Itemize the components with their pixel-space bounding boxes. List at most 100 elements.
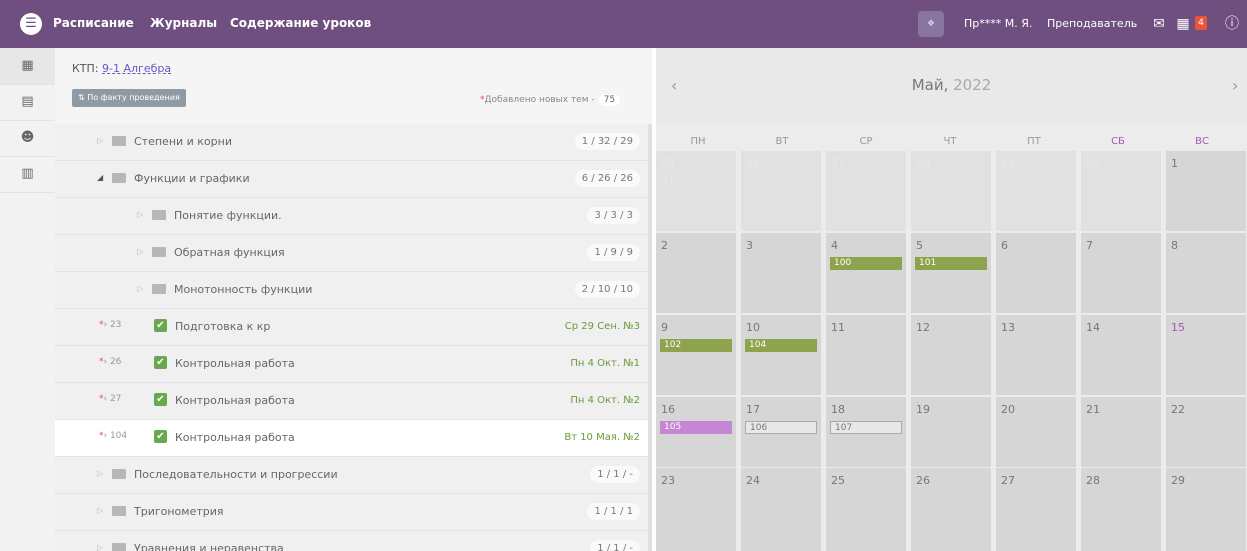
tree-folder-row[interactable]: ▷ Степени и корни 1 / 32 / 29 (55, 124, 652, 161)
notifications-badge[interactable]: 4 (1195, 16, 1207, 30)
calendar-day[interactable]: 9 102 (656, 315, 736, 395)
caret-right-icon[interactable]: ▷ (137, 247, 143, 256)
tree-folder-row[interactable]: ▷ Обратная функция 1 / 9 / 9 (55, 235, 652, 272)
calendar-day[interactable]: 4 100 (826, 233, 906, 313)
lesson-chip[interactable]: 105 (660, 421, 732, 434)
day-number: 29 (1171, 474, 1185, 487)
day-number: 7 (1086, 239, 1093, 252)
day-number: 11 (831, 321, 845, 334)
caret-right-icon[interactable]: ▷ (97, 136, 103, 145)
calendar-day[interactable]: 6 (996, 233, 1076, 313)
lesson-chip[interactable]: 100 (830, 257, 902, 270)
calendar-day[interactable]: 24 (741, 468, 821, 551)
info-icon[interactable]: ⓘ (1222, 14, 1242, 34)
lesson-chip[interactable]: 107 (830, 421, 902, 434)
day-number: 3 (746, 239, 753, 252)
calendar-day[interactable]: 13 (996, 315, 1076, 395)
calendar-day[interactable]: 14 (1081, 315, 1161, 395)
nav-schedule[interactable]: Расписание (53, 16, 134, 30)
caret-right-icon[interactable]: ▷ (137, 284, 143, 293)
day-number-extra: 31 (661, 173, 675, 186)
calendar-day[interactable]: 7 (1081, 233, 1161, 313)
calendar-day[interactable]: 11 (826, 315, 906, 395)
calendar-day[interactable]: 21 (1081, 397, 1161, 467)
day-number: 28 (1086, 474, 1100, 487)
calendar-day[interactable]: 28 (1081, 468, 1161, 551)
calendar-day[interactable]: 23 (656, 468, 736, 551)
calendar-day[interactable]: 26 (911, 468, 991, 551)
calendar-day[interactable]: 19 (911, 397, 991, 467)
tree-folder-row[interactable]: ▷ Понятие функции. 3 / 3 / 3 (55, 198, 652, 235)
calendar-day[interactable]: 15 (1166, 315, 1246, 395)
calendar-day[interactable]: 12 (911, 315, 991, 395)
calendar-title: Май, 2022 (656, 76, 1247, 94)
caret-down-icon[interactable]: ◢ (97, 173, 103, 182)
document-icon[interactable]: ▤ (0, 84, 55, 121)
calendar-icon[interactable]: ▦ (1173, 14, 1193, 34)
lesson-chip[interactable]: 106 (745, 421, 817, 434)
caret-right-icon[interactable]: ▷ (97, 469, 103, 478)
next-month-icon[interactable]: › (1232, 76, 1238, 95)
day-number: 6 (1001, 239, 1008, 252)
lesson-date[interactable]: Вт 10 Мая. №2 (564, 432, 640, 443)
tree-lesson-row[interactable]: *› 23 ✔ Подготовка к кр Ср 29 Сен. №3 (55, 309, 652, 346)
caret-right-icon[interactable]: ▷ (137, 210, 143, 219)
calendar-day[interactable]: 25 (826, 468, 906, 551)
calendar-icon[interactable]: ▦ (0, 48, 55, 85)
lesson-date[interactable]: Ср 29 Сен. №3 (565, 321, 640, 332)
tree-lesson-row[interactable]: *› 26 ✔ Контрольная работа Пн 4 Окт. №1 (55, 346, 652, 383)
calendar-day[interactable]: 18 107 (826, 397, 906, 467)
calendar-day[interactable]: 3 (741, 233, 821, 313)
filter-by-fact-button[interactable]: ⇅ По факту проведения (72, 89, 186, 107)
checked-icon: ✔ (154, 430, 167, 443)
caret-right-icon[interactable]: ▷ (97, 543, 103, 551)
lesson-chip[interactable]: 102 (660, 339, 732, 352)
tree-folder-row[interactable]: ▷ Последовательности и прогрессии 1 / 1 / … (55, 457, 652, 494)
user-name[interactable]: Пр**** М. Я. (964, 17, 1032, 30)
lesson-chip[interactable]: 101 (915, 257, 987, 270)
day-number: 29 (1001, 157, 1015, 170)
nav-journals[interactable]: Журналы (150, 16, 217, 30)
nav-lesson-content[interactable]: Содержание уроков (230, 16, 371, 30)
lesson-label: Подготовка к кр (175, 320, 271, 333)
tree-lesson-row[interactable]: *› 27 ✔ Контрольная работа Пн 4 Окт. №2 (55, 383, 652, 420)
ktp-link[interactable]: 9-1 Алгебра (102, 62, 171, 75)
lesson-number-value: › 104 (103, 431, 128, 441)
calendar-day[interactable]: 2 (656, 233, 736, 313)
hamburger-icon[interactable]: ☰ (20, 13, 42, 35)
calendar-year: 2022 (953, 76, 992, 94)
folder-stats: 2 / 10 / 10 (574, 281, 640, 298)
tree-folder-row[interactable]: ▷ Уравнения и неравенства 1 / 1 / - (55, 531, 652, 551)
tree-folder-row[interactable]: ◢ Функции и графики 6 / 26 / 26 (55, 161, 652, 198)
users-icon[interactable]: ☻ (0, 120, 55, 157)
calendar-day[interactable]: 29 (1166, 468, 1246, 551)
tree-folder-row[interactable]: ▷ Тригонометрия 1 / 1 / 1 (55, 494, 652, 531)
calendar-day[interactable]: 8 (1166, 233, 1246, 313)
ktp-label: КТП: (72, 62, 99, 75)
calendar-day[interactable]: 1 (1166, 151, 1246, 231)
calendar-day[interactable]: 16 105 (656, 397, 736, 467)
calendar-day[interactable]: 5 101 (911, 233, 991, 313)
folder-stats: 1 / 9 / 9 (587, 244, 640, 261)
calendar-day[interactable]: 20 (996, 397, 1076, 467)
lesson-chip[interactable]: 104 (745, 339, 817, 352)
tree-lesson-row[interactable]: *› 104 ✔ Контрольная работа Вт 10 Мая. №2 (55, 420, 652, 457)
lesson-date[interactable]: Пн 4 Окт. №1 (570, 358, 640, 369)
day-number: 15 (1171, 321, 1185, 334)
calendar-day[interactable]: 27 (996, 468, 1076, 551)
caret-right-icon[interactable]: ▷ (97, 506, 103, 515)
tree-folder-row[interactable]: ▷ Монотонность функции 2 / 10 / 10 (55, 272, 652, 309)
calendar-day: 30 (1081, 151, 1161, 231)
calendar-day[interactable]: 22 (1166, 397, 1246, 467)
calendar-day[interactable]: 17 106 (741, 397, 821, 467)
map-icon[interactable]: ▥ (0, 156, 55, 193)
user-role[interactable]: Преподаватель (1047, 17, 1137, 30)
lesson-date[interactable]: Пн 4 Окт. №2 (570, 395, 640, 406)
calendar-day[interactable]: 10 104 (741, 315, 821, 395)
day-number: 24 (746, 474, 760, 487)
folder-stats: 1 / 32 / 29 (574, 133, 640, 150)
mail-icon[interactable]: ✉ (1149, 14, 1169, 34)
tree-scrollbar[interactable] (648, 124, 652, 551)
folder-icon (112, 173, 126, 183)
day-number: 18 (831, 403, 845, 416)
